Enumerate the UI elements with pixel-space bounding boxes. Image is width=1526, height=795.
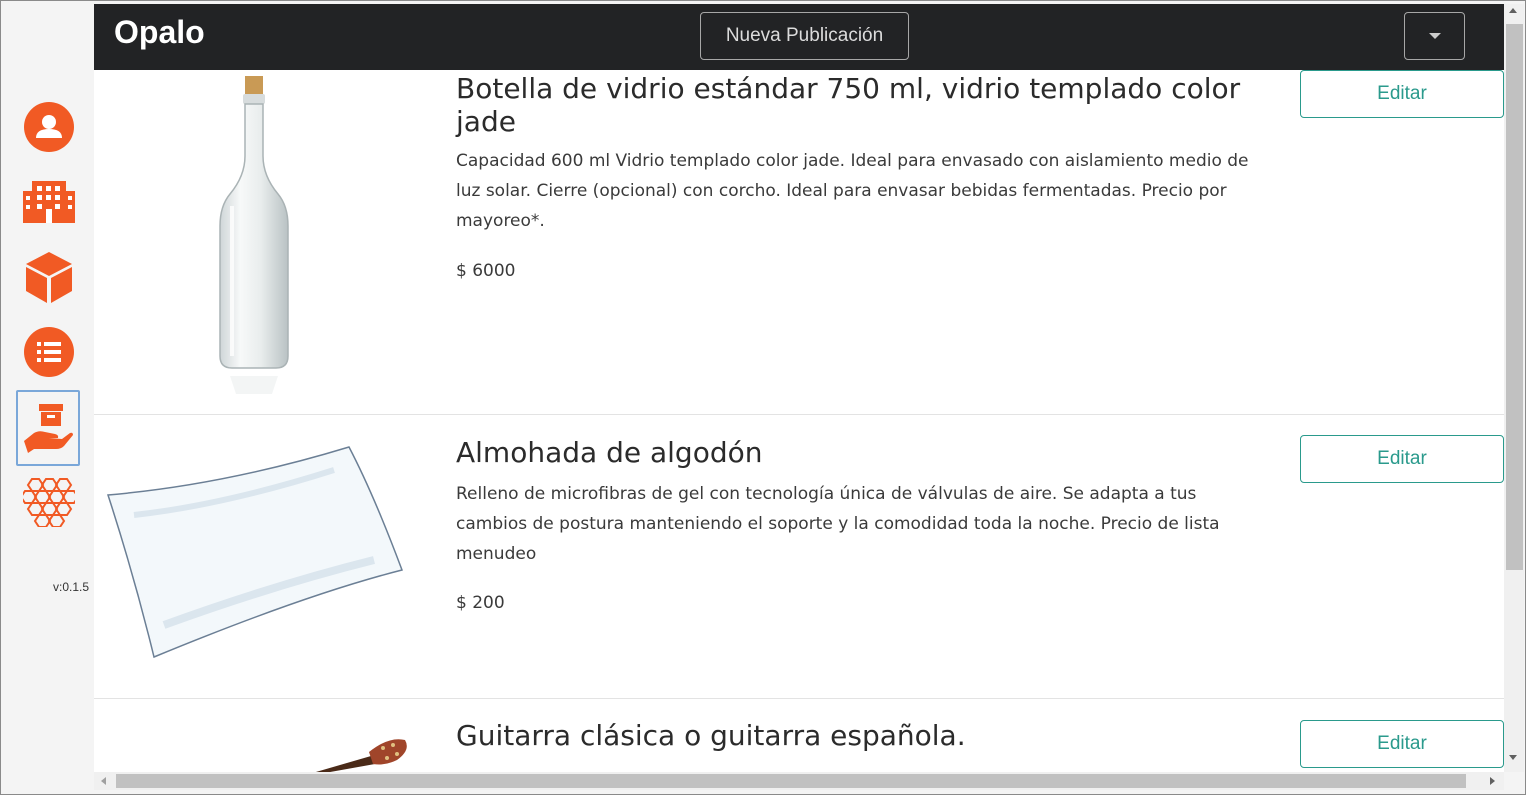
box-icon	[26, 252, 72, 303]
product-price: $ 6000	[456, 261, 516, 281]
product-title: Botella de vidrio estándar 750 ml, vidri…	[456, 72, 1241, 138]
product-list: Botella de vidrio estándar 750 ml, vidri…	[94, 70, 1504, 772]
sidebar-item-network[interactable]	[19, 472, 79, 532]
product-card: Almohada de algodón Relleno de microfibr…	[94, 415, 1504, 699]
sidebar-item-profile[interactable]	[19, 97, 79, 157]
top-navbar: Opalo Nueva Publicación	[94, 4, 1504, 70]
user-icon	[24, 102, 74, 152]
scroll-down-icon[interactable]	[1509, 755, 1517, 760]
product-price: $ 200	[456, 593, 505, 613]
scroll-left-icon[interactable]	[101, 777, 106, 785]
product-card: Botella de vidrio estándar 750 ml, vidri…	[94, 70, 1504, 415]
sidebar-item-products[interactable]	[19, 247, 79, 307]
edit-button[interactable]: Editar	[1300, 720, 1504, 768]
sidebar-item-publications[interactable]	[16, 390, 80, 466]
user-menu-dropdown[interactable]	[1404, 12, 1465, 60]
sidebar: v:0.1.5	[1, 1, 94, 773]
product-title: Almohada de algodón	[456, 436, 763, 469]
hand-holding-box-icon	[24, 404, 73, 453]
scroll-up-icon[interactable]	[1509, 8, 1517, 13]
product-description: Capacidad 600 ml Vidrio templado color j…	[456, 151, 1249, 231]
sidebar-item-companies[interactable]	[19, 172, 79, 232]
app-version: v:0.1.5	[53, 580, 90, 594]
vertical-scroll-thumb[interactable]	[1506, 24, 1523, 570]
building-icon	[23, 181, 75, 223]
honeycomb-icon	[23, 478, 75, 527]
app-brand[interactable]: Opalo	[114, 14, 205, 51]
sidebar-item-list[interactable]	[19, 322, 79, 382]
product-title: Guitarra clásica o guitarra española.	[456, 719, 966, 752]
edit-button[interactable]: Editar	[1300, 70, 1504, 118]
list-icon	[24, 327, 74, 377]
scroll-right-icon[interactable]	[1490, 777, 1495, 785]
product-image-bottle	[212, 76, 296, 400]
product-image-guitar	[309, 734, 409, 772]
edit-button[interactable]: Editar	[1300, 435, 1504, 483]
horizontal-scroll-thumb[interactable]	[116, 774, 1466, 788]
product-description: Relleno de microfibras de gel con tecnol…	[456, 484, 1220, 564]
product-card: Guitarra clásica o guitarra española. Ed…	[94, 699, 1504, 772]
product-image-pillow	[104, 445, 404, 664]
new-post-button[interactable]: Nueva Publicación	[700, 12, 909, 60]
caret-down-icon	[1428, 33, 1441, 39]
